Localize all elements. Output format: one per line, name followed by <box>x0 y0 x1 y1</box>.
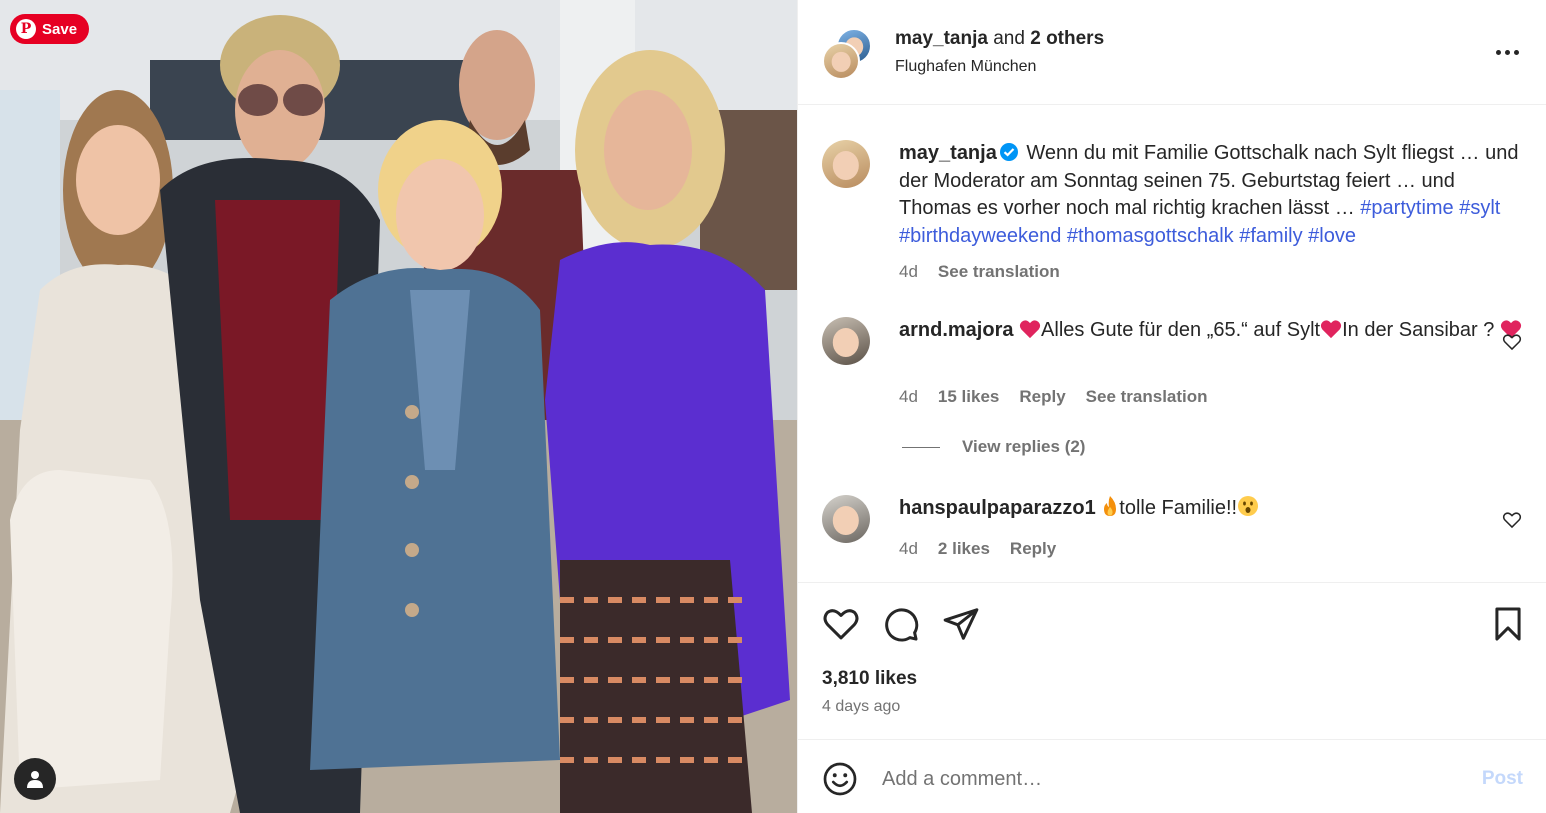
header-others-link[interactable]: 2 others <box>1030 28 1104 49</box>
header-and-text: and <box>993 28 1025 49</box>
like-comment-heart-icon[interactable] <box>1502 510 1522 530</box>
header-authors: may_tanja and 2 others <box>895 28 1104 50</box>
comment-time[interactable]: 4d <box>899 387 918 407</box>
bookmark-icon[interactable] <box>1489 605 1527 643</box>
post-time-ago[interactable]: 4 days ago <box>822 698 900 716</box>
heart-icon[interactable] <box>822 605 860 643</box>
divider <box>902 446 940 448</box>
hashtag-link[interactable]: #thomasgottschalk <box>1067 225 1234 247</box>
hashtag-link[interactable]: #sylt <box>1459 197 1500 219</box>
likes-count[interactable]: 3,810 likes <box>822 668 917 690</box>
comment-body: tolle Familie!! <box>1119 497 1238 519</box>
fire-icon <box>1104 496 1117 516</box>
reply-button[interactable]: Reply <box>1010 539 1056 559</box>
caption-text: may_tanja Wenn du mit Familie Gottschalk… <box>899 140 1529 250</box>
caption-meta: 4d See translation <box>899 262 1060 282</box>
comments-list: may_tanja Wenn du mit Familie Gottschalk… <box>798 105 1546 582</box>
comment-text: hanspaulpaparazzo1 tolle Familie!! <box>899 495 1529 523</box>
hashtag-link[interactable]: #love <box>1308 225 1356 247</box>
verified-badge-icon <box>999 143 1018 161</box>
red-heart-icon <box>1019 320 1041 339</box>
header-username[interactable]: may_tanja <box>895 28 988 49</box>
avatar[interactable] <box>822 317 870 365</box>
comment-composer: Post <box>798 739 1546 813</box>
hashtag-link[interactable]: #family <box>1239 225 1302 247</box>
comment-username[interactable]: arnd.majora <box>899 319 1013 341</box>
more-horizontal-icon <box>1495 49 1519 55</box>
emoji-picker-icon[interactable] <box>822 761 858 797</box>
view-replies-button[interactable]: View replies (2) <box>902 437 1085 457</box>
red-heart-icon <box>1320 320 1342 339</box>
caption: may_tanja Wenn du mit Familie Gottschalk… <box>822 140 1522 290</box>
post-header: may_tanja and 2 others Flughafen München <box>798 0 1546 105</box>
comment-likes[interactable]: 15 likes <box>938 387 999 407</box>
comment-item: hanspaulpaparazzo1 tolle Familie!! 4d 2 … <box>822 495 1522 582</box>
comment-meta: 4d 2 likes Reply <box>899 539 1056 559</box>
avatar[interactable] <box>822 495 870 543</box>
post-photo[interactable]: P Save <box>0 0 797 813</box>
hashtag-link[interactable]: #partytime <box>1360 197 1453 219</box>
pinterest-save-button[interactable]: P Save <box>10 14 90 44</box>
comment-input[interactable] <box>882 762 1442 796</box>
comment-body-part2: In der Sansibar ? <box>1342 319 1500 341</box>
comment-time[interactable]: 4d <box>899 539 918 559</box>
astonished-face-icon <box>1238 496 1259 516</box>
photo-scene <box>0 0 797 813</box>
comment-icon[interactable] <box>882 605 920 643</box>
more-options-button[interactable] <box>1491 38 1523 66</box>
comment-body-part1: Alles Gute für den „65.“ auf Sylt <box>1041 319 1321 341</box>
post-side-panel: may_tanja and 2 others Flughafen München… <box>797 0 1546 813</box>
see-translation-button[interactable]: See translation <box>1086 387 1208 407</box>
see-translation-button[interactable]: See translation <box>938 262 1060 282</box>
comment-text: arnd.majora Alles Gute für den „65.“ auf… <box>899 317 1529 345</box>
location-link[interactable]: Flughafen München <box>895 58 1036 76</box>
view-replies-label: View replies (2) <box>962 437 1086 456</box>
pinterest-icon: P <box>16 19 36 39</box>
user-icon <box>27 771 43 788</box>
caption-username[interactable]: may_tanja <box>899 142 997 164</box>
action-bar: 3,810 likes 4 days ago <box>798 582 1546 739</box>
caption-time[interactable]: 4d <box>899 262 918 282</box>
comment-item: arnd.majora Alles Gute für den „65.“ auf… <box>822 317 1522 457</box>
avatar <box>822 42 860 80</box>
tagged-users-button[interactable] <box>14 758 56 800</box>
post-button[interactable]: Post <box>1482 768 1523 790</box>
avatar[interactable] <box>822 140 870 188</box>
reply-button[interactable]: Reply <box>1019 387 1065 407</box>
like-comment-heart-icon[interactable] <box>1502 332 1522 352</box>
share-icon[interactable] <box>942 605 980 643</box>
comment-username[interactable]: hanspaulpaparazzo1 <box>899 497 1096 519</box>
hashtag-link[interactable]: #birthdayweekend <box>899 225 1061 247</box>
save-label: Save <box>42 20 78 38</box>
collab-avatars[interactable] <box>822 28 874 80</box>
comment-likes[interactable]: 2 likes <box>938 539 990 559</box>
comment-meta: 4d 15 likes Reply See translation <box>899 387 1208 407</box>
